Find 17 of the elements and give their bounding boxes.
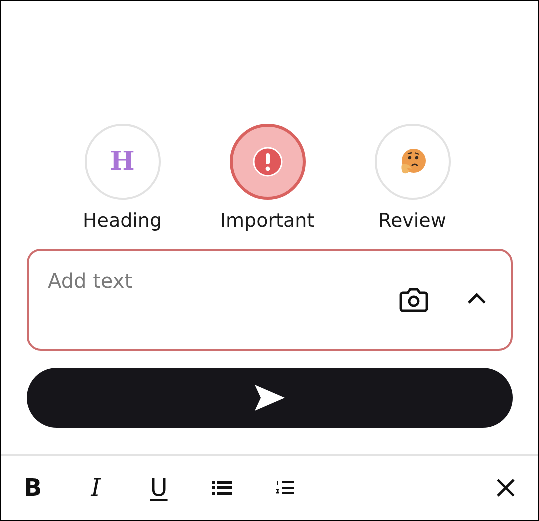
- category-label: Review: [378, 210, 446, 232]
- category-label: Heading: [82, 210, 162, 232]
- category-label: Important: [220, 210, 315, 232]
- heading-glyph: H: [110, 147, 135, 177]
- send-icon: [253, 383, 287, 413]
- bold-button[interactable]: B: [15, 470, 51, 506]
- exclamation-icon: [252, 147, 282, 177]
- collapse-button[interactable]: [467, 293, 487, 305]
- numbered-list-icon: [276, 481, 294, 495]
- camera-icon: [399, 287, 429, 313]
- close-icon: [496, 478, 516, 498]
- italic-button[interactable]: I: [78, 470, 114, 506]
- underline-button[interactable]: U: [141, 470, 177, 506]
- bullet-list-icon: [212, 480, 232, 496]
- text-input[interactable]: Add text: [48, 269, 389, 293]
- chevron-up-icon: [467, 293, 487, 305]
- camera-button[interactable]: [399, 287, 429, 313]
